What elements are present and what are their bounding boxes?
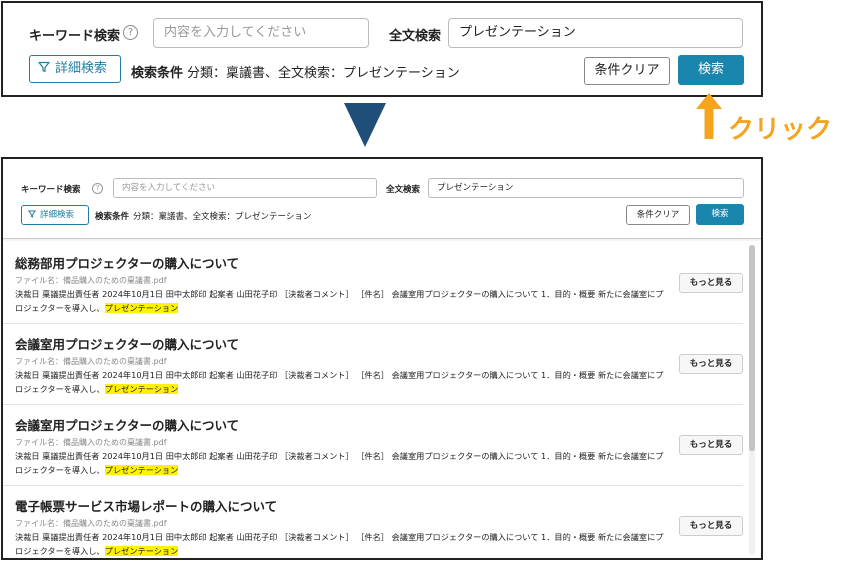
result-item: 総務部用プロジェクターの購入について ファイル名：備品購入のための稟議書.pdf… — [3, 243, 743, 324]
snippet-highlight: プレゼンテーション — [104, 384, 179, 394]
result-item: 会議室用プロジェクターの購入について ファイル名：備品購入のための稟議書.pdf… — [3, 405, 743, 486]
fulltext-search-input[interactable]: プレゼンテーション — [428, 178, 744, 198]
search-conditions-value: 分類：稟議書、全文検索：プレゼンテーション — [187, 66, 460, 81]
show-more-button[interactable]: もっと見る — [679, 516, 743, 536]
result-filename: ファイル名：備品購入のための稟議書.pdf — [15, 519, 167, 528]
keyword-search-label-small: キーワード検索 — [21, 185, 81, 195]
clear-conditions-button[interactable]: 条件クリア — [584, 57, 670, 85]
scrollbar-thumb[interactable] — [749, 245, 755, 451]
search-conditions: 検索条件 分類：稟議書、全文検索：プレゼンテーション — [131, 62, 460, 81]
results-list: 総務部用プロジェクターの購入について ファイル名：備品購入のための稟議書.pdf… — [3, 243, 743, 558]
keyword-search-label: キーワード検索 — [29, 29, 121, 44]
result-filename: ファイル名：備品購入のための稟議書.pdf — [15, 357, 167, 366]
result-filename: ファイル名：備品購入のための稟議書.pdf — [15, 438, 167, 447]
search-conditions-label: 検索条件 — [95, 212, 130, 222]
result-snippet: 決裁日 稟議提出責任者 2024年10月1日 田中太郎印 起案者 山田花子印 ［… — [15, 287, 665, 315]
fulltext-search-input[interactable]: プレゼンテーション — [448, 18, 743, 48]
search-conditions: 検索条件 分類：稟議書、全文検索：プレゼンテーション — [95, 210, 311, 222]
result-title[interactable]: 総務部用プロジェクターの購入について — [15, 253, 239, 272]
filter-icon — [38, 61, 50, 73]
search-conditions-value: 分類：稟議書、全文検索：プレゼンテーション — [133, 212, 312, 222]
show-more-button[interactable]: もっと見る — [679, 435, 743, 455]
filter-icon — [28, 210, 36, 218]
result-item: 会議室用プロジェクターの購入について ファイル名：備品購入のための稟議書.pdf… — [3, 324, 743, 405]
result-title[interactable]: 電子帳票サービス市場レポートの購入について — [15, 496, 277, 515]
snippet-highlight: プレゼンテーション — [104, 303, 179, 313]
show-more-button[interactable]: もっと見る — [679, 273, 743, 293]
divider — [3, 238, 761, 239]
result-item: 電子帳票サービス市場レポートの購入について ファイル名：備品購入のための稟議書.… — [3, 486, 743, 558]
up-arrow-icon — [696, 93, 722, 139]
help-icon[interactable]: ? — [123, 25, 138, 40]
keyword-search-input[interactable]: 内容を入力してください — [113, 178, 377, 198]
search-button[interactable]: 検索 — [678, 55, 744, 85]
detail-search-label: 詳細検索 — [40, 210, 75, 220]
result-title[interactable]: 会議室用プロジェクターの購入について — [15, 415, 239, 434]
detail-search-button[interactable]: 詳細検索 — [21, 205, 89, 225]
result-snippet: 決裁日 稟議提出責任者 2024年10月1日 田中太郎印 起案者 山田花子印 ［… — [15, 530, 665, 558]
click-annotation-label: クリック — [728, 115, 833, 145]
result-title[interactable]: 会議室用プロジェクターの購入について — [15, 334, 239, 353]
fulltext-search-label-small: 全文検索 — [386, 185, 421, 195]
clear-conditions-button[interactable]: 条件クリア — [626, 205, 690, 225]
result-snippet: 決裁日 稟議提出責任者 2024年10月1日 田中太郎印 起案者 山田花子印 ［… — [15, 368, 665, 396]
fulltext-search-label: 全文検索 — [389, 29, 442, 44]
show-more-button[interactable]: もっと見る — [679, 354, 743, 374]
result-snippet: 決裁日 稟議提出責任者 2024年10月1日 田中太郎印 起案者 山田花子印 ［… — [15, 449, 665, 477]
snippet-highlight: プレゼンテーション — [104, 546, 179, 556]
keyword-search-input[interactable]: 内容を入力してください — [153, 18, 369, 48]
zoomed-search-panel: キーワード検索 ? 内容を入力してください 全文検索 プレゼンテーション 詳細検… — [1, 1, 763, 97]
search-results-panel: キーワード検索 ? 内容を入力してください 全文検索 プレゼンテーション 詳細検… — [1, 157, 763, 560]
snippet-highlight: プレゼンテーション — [104, 465, 179, 475]
results-scrollbar[interactable] — [749, 245, 755, 555]
detail-search-button[interactable]: 詳細検索 — [29, 55, 121, 83]
help-icon[interactable]: ? — [92, 183, 103, 194]
search-button[interactable]: 検索 — [696, 204, 744, 225]
search-conditions-label: 検索条件 — [131, 66, 184, 81]
down-arrow-icon — [344, 103, 386, 147]
detail-search-label: 詳細検索 — [55, 61, 108, 76]
result-filename: ファイル名：備品購入のための稟議書.pdf — [15, 276, 167, 285]
